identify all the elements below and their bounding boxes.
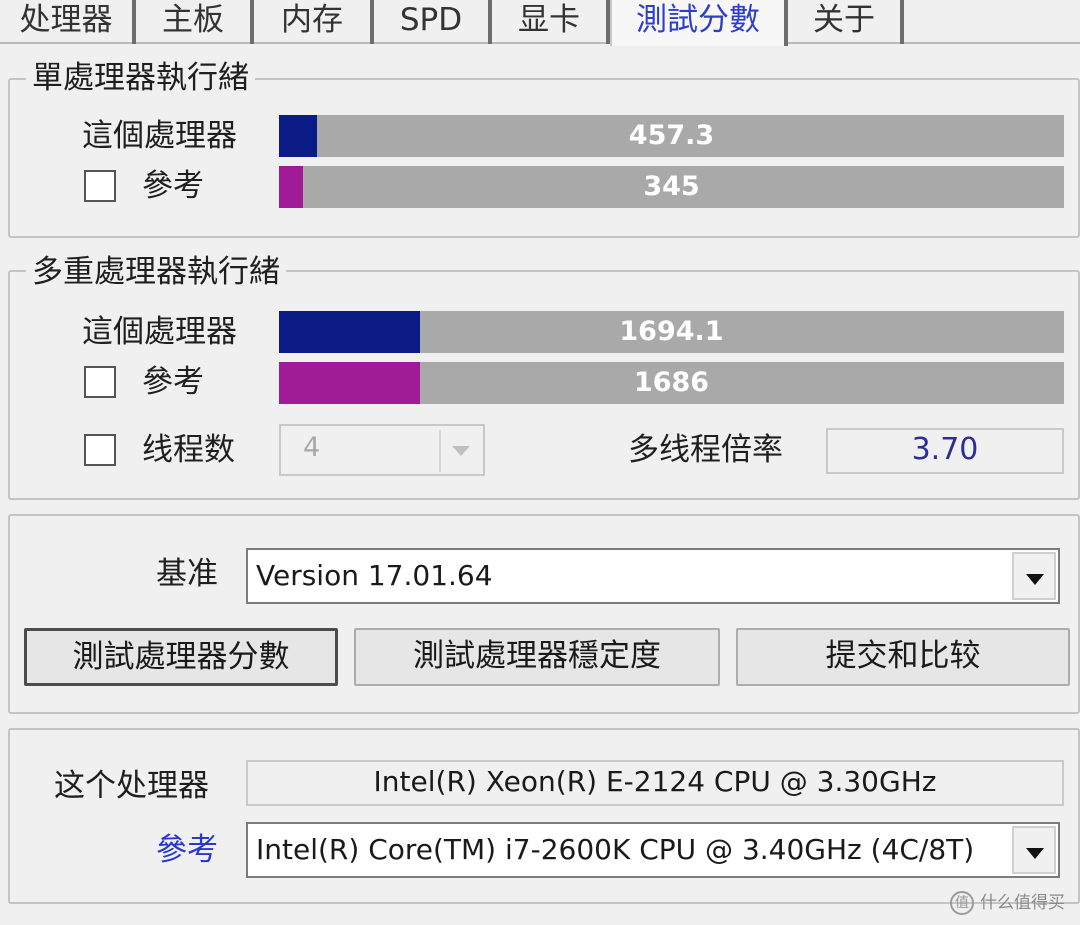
threads-select[interactable]: 4	[279, 424, 485, 476]
single-thread-group	[8, 78, 1080, 238]
ratio-value: 3.70	[911, 432, 979, 467]
ref-processor-select[interactable]: Intel(R) Core(TM) i7-2600K CPU @ 3.40GHz…	[246, 822, 1060, 878]
stress-cpu-button[interactable]: 測試處理器穩定度	[354, 628, 720, 686]
this-processor-value: Intel(R) Xeon(R) E-2124 CPU @ 3.30GHz	[373, 765, 937, 798]
ref-processor-value: Intel(R) Core(TM) i7-2600K CPU @ 3.40GHz…	[256, 833, 975, 866]
multi-ref-bar: 1686	[279, 362, 1064, 404]
this-processor-label: 这个处理器	[54, 768, 209, 804]
multi-this-bar: 1694.1	[279, 311, 1064, 353]
tab-processor[interactable]: 处理器	[0, 0, 136, 44]
multi-this-score: 1694.1	[619, 316, 724, 347]
single-this-bar: 457.3	[279, 115, 1064, 157]
benchmark-label: 基准	[156, 556, 218, 592]
single-ref-label: 參考	[142, 168, 204, 204]
multi-this-label: 這個處理器	[82, 314, 237, 350]
watermark-text: 什么值得买	[980, 893, 1065, 913]
ref-processor-label[interactable]: 參考	[156, 830, 218, 870]
submit-compare-button[interactable]: 提交和比较	[736, 628, 1070, 686]
multi-ref-checkbox[interactable]	[84, 366, 116, 398]
ratio-box: 3.70	[826, 428, 1064, 474]
tab-bar: 处理器 主板 内存 SPD 显卡 測試分數 关于	[0, 0, 1080, 46]
tab-mainboard[interactable]: 主板	[136, 0, 254, 44]
ref-processor-arrow[interactable]	[1012, 826, 1056, 874]
multi-ref-label: 參考	[142, 364, 204, 400]
single-ref-score: 345	[643, 171, 700, 202]
multi-ref-score: 1686	[633, 367, 710, 398]
chevron-down-icon	[1026, 574, 1044, 585]
single-this-score: 457.3	[628, 120, 715, 151]
tab-about[interactable]: 关于	[788, 0, 904, 44]
benchmark-version-value: Version 17.01.64	[256, 559, 493, 592]
single-ref-bar: 345	[279, 166, 1064, 208]
tab-memory[interactable]: 内存	[254, 0, 374, 44]
this-processor-field: Intel(R) Xeon(R) E-2124 CPU @ 3.30GHz	[246, 760, 1064, 806]
watermark-logo-icon: 值	[950, 891, 974, 915]
threads-checkbox[interactable]	[84, 434, 116, 466]
chevron-down-icon	[452, 446, 470, 456]
bench-cpu-button[interactable]: 測試處理器分數	[24, 628, 338, 686]
benchmark-version-select[interactable]: Version 17.01.64	[246, 548, 1060, 604]
threads-label: 线程数	[142, 432, 235, 468]
benchmark-version-arrow[interactable]	[1012, 552, 1056, 600]
multi-thread-legend: 多重處理器執行緒	[26, 254, 286, 290]
threads-select-value: 4	[303, 432, 321, 463]
chevron-down-icon	[1026, 848, 1044, 859]
single-thread-legend: 單處理器執行緒	[26, 60, 255, 96]
single-ref-checkbox[interactable]	[84, 170, 116, 202]
tab-bench[interactable]: 測試分數	[610, 0, 788, 46]
threads-select-arrow[interactable]	[439, 430, 479, 472]
tab-spd[interactable]: SPD	[374, 0, 492, 44]
single-this-label: 這個處理器	[82, 118, 237, 154]
ratio-label: 多线程倍率	[628, 432, 783, 468]
tab-graphics[interactable]: 显卡	[492, 0, 610, 44]
